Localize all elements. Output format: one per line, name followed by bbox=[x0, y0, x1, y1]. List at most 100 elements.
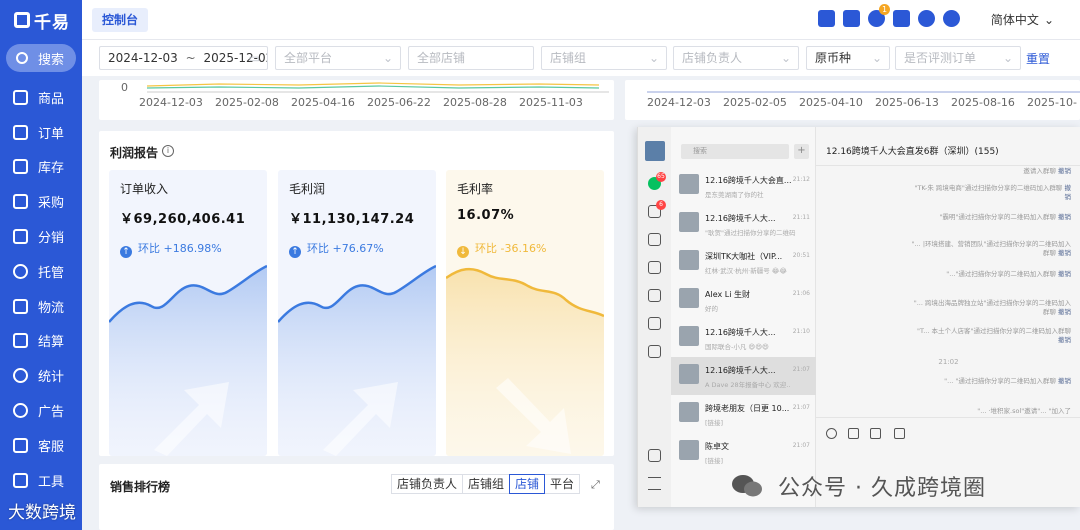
system-message: 邀请入群聊 撤销 bbox=[911, 167, 1071, 176]
ranking-tab-2[interactable]: 店铺 bbox=[509, 474, 546, 494]
info-icon[interactable]: i bbox=[162, 145, 174, 157]
sidebar-item-1[interactable]: 订单 bbox=[0, 115, 82, 150]
metric-name: 毛利率 bbox=[457, 182, 494, 196]
emoji-icon[interactable] bbox=[826, 428, 837, 439]
conversation-item[interactable]: 深圳TK大咖社（VIP... 20:51 红林·武汉·杭州·新疆号 😂😂 bbox=[671, 243, 816, 281]
sidebar-item-4[interactable]: 分销 bbox=[0, 219, 82, 254]
sidebar-item-9[interactable]: 广告 bbox=[0, 393, 82, 428]
wechat-logo-icon bbox=[732, 475, 762, 497]
arrow-up-icon: ↑ bbox=[289, 246, 301, 258]
system-message-text: "T... 本土个人店客"通过扫描你分享的二维码加入群聊 bbox=[917, 327, 1071, 335]
butterfly-icon[interactable] bbox=[648, 289, 661, 302]
warehouse-icon bbox=[13, 159, 28, 175]
top-icon-group: 1 bbox=[818, 4, 960, 27]
sidebar-search-button[interactable]: 搜索 bbox=[6, 44, 76, 72]
phone-icon[interactable] bbox=[648, 449, 661, 462]
conversation-time: 21:06 bbox=[792, 290, 810, 297]
clipboard-icon[interactable] bbox=[818, 10, 835, 27]
chat-window: 65 6 搜索 + 12.16跨境千人大会直... 21:12 是东莞湖南了你的社 1… bbox=[637, 127, 1080, 507]
language-selector[interactable]: 简体中文 bbox=[991, 11, 1054, 28]
sidebar-item-3[interactable]: 采购 bbox=[0, 184, 82, 219]
user-avatar[interactable] bbox=[645, 141, 665, 161]
sidebar-item-5[interactable]: 托管 bbox=[0, 254, 82, 289]
conversation-preview: [链接] bbox=[705, 419, 724, 427]
watermark-left: 大数跨境 bbox=[8, 503, 76, 523]
miniprogram-icon[interactable] bbox=[648, 345, 661, 358]
undo-link[interactable]: 撤销 bbox=[1058, 270, 1071, 278]
menu-icon[interactable] bbox=[648, 477, 661, 490]
conversation-item[interactable]: 12.16跨境千人大会直... 21:12 是东莞湖南了你的社 bbox=[671, 167, 816, 205]
conversation-item[interactable]: Alex Li 生财 21:06 好的 bbox=[671, 281, 816, 319]
box-icon[interactable] bbox=[648, 233, 661, 246]
date-range-picker[interactable]: 2024-12-03 ~ 2025-12-02 ▭ bbox=[99, 46, 268, 70]
add-chat-button[interactable]: + bbox=[794, 144, 809, 159]
system-message: "... 跨境出海品牌独立站"通过扫描你分享的二维码加入群聊 撤销 bbox=[911, 299, 1071, 317]
expand-icon[interactable]: ⤢ bbox=[591, 478, 600, 492]
customer-service-icon[interactable] bbox=[943, 10, 960, 27]
app-logo[interactable]: 千易 bbox=[0, 0, 82, 40]
store-select[interactable]: 全部店铺 bbox=[408, 46, 534, 70]
sidebar-item-2[interactable]: 库存 bbox=[0, 150, 82, 185]
undo-link[interactable]: 撤销 bbox=[1058, 167, 1071, 175]
sidebar-item-6[interactable]: 物流 bbox=[0, 289, 82, 324]
metric-compare: ↑ 环比 +76.67% bbox=[289, 240, 384, 258]
axis-tick-label: 2024-12-03 bbox=[647, 96, 711, 109]
reset-button[interactable]: 重置 bbox=[1026, 50, 1050, 67]
store-group-select[interactable]: 店铺组 ⌄ bbox=[541, 46, 667, 70]
sidebar-item-0[interactable]: 商品 bbox=[0, 80, 82, 115]
conversation-name: 12.16跨境千人大... bbox=[705, 328, 776, 337]
sidebar-item-label: 采购 bbox=[38, 196, 65, 212]
undo-link[interactable]: 撤销 bbox=[1058, 308, 1071, 316]
spark-icon[interactable] bbox=[648, 317, 661, 330]
undo-link[interactable]: 撤销 bbox=[1065, 184, 1072, 201]
folder-icon[interactable] bbox=[870, 428, 881, 439]
chat-search-input[interactable]: 搜索 bbox=[681, 144, 789, 159]
undo-link[interactable]: 撤销 bbox=[1058, 213, 1071, 221]
conversation-time: 21:07 bbox=[792, 366, 810, 373]
system-message-text: "... 跨境出海品牌独立站"通过扫描你分享的二维码加入群聊 bbox=[913, 299, 1071, 316]
conversation-list: 搜索 + 12.16跨境千人大会直... 21:12 是东莞湖南了你的社 12.16跨… bbox=[671, 127, 816, 507]
store-owner-select[interactable]: 店铺负责人 ⌄ bbox=[673, 46, 799, 70]
ranking-tab-3[interactable]: 平台 bbox=[544, 474, 581, 494]
system-message: "... "通过扫描你分享的二维码加入群聊 撤销 bbox=[911, 377, 1071, 386]
conversation-item[interactable]: 陈卓文 21:07 [链接] bbox=[671, 433, 816, 471]
sidebar-item-10[interactable]: 客服 bbox=[0, 428, 82, 463]
moments-icon[interactable] bbox=[648, 261, 661, 274]
undo-link[interactable]: 撤销 bbox=[1058, 377, 1071, 385]
sidebar-item-7[interactable]: 结算 bbox=[0, 324, 82, 359]
metric-card-0: 订单收入 ￥69,260,406.41 ↑ 环比 +186.98% bbox=[109, 170, 267, 456]
axis-tick-label: 2025-04-10 bbox=[799, 96, 863, 109]
scissors-icon[interactable] bbox=[894, 428, 905, 439]
conversation-time: 21:11 bbox=[792, 214, 810, 221]
conversation-item[interactable]: 12.16跨境千人大... 21:07 A Dave 28年报备中心 欢迎.. bbox=[671, 357, 816, 395]
conversation-avatar bbox=[679, 212, 699, 232]
help-icon[interactable] bbox=[918, 10, 935, 27]
sidebar-item-label: 托管 bbox=[38, 265, 65, 281]
fullscreen-icon[interactable] bbox=[893, 10, 910, 27]
conversation-avatar bbox=[679, 250, 699, 270]
conversation-time: 20:51 bbox=[792, 252, 810, 259]
conversation-item[interactable]: 跨境老朋友（日更 10... 21:07 [链接] bbox=[671, 395, 816, 433]
undo-link[interactable]: 撤销 bbox=[1058, 249, 1071, 257]
metric-value: 16.07% bbox=[457, 208, 515, 223]
currency-select[interactable]: 原币种 ⌄ bbox=[806, 46, 890, 70]
platform-select[interactable]: 全部平台 ⌄ bbox=[275, 46, 401, 70]
ranking-tab-1[interactable]: 店铺组 bbox=[462, 474, 511, 494]
metric-trend-chart bbox=[109, 264, 267, 456]
favorites-icon[interactable] bbox=[848, 428, 859, 439]
eval-order-select[interactable]: 是否评测订单 ⌄ bbox=[895, 46, 1021, 70]
download-icon[interactable] bbox=[843, 10, 860, 27]
undo-link[interactable]: 撤销 bbox=[1058, 336, 1071, 344]
chat-time-divider: 21:02 bbox=[938, 358, 959, 366]
sidebar-item-label: 物流 bbox=[38, 300, 65, 316]
chat-main: 12.16跨境千人大会直发6群（深圳）(155) 邀请入群聊 撤销 "TK-朱 跨… bbox=[816, 127, 1080, 507]
sidebar-item-11[interactable]: 工具 bbox=[0, 463, 82, 498]
sidebar-item-8[interactable]: 统计 bbox=[0, 358, 82, 393]
tab-dashboard[interactable]: 控制台 bbox=[92, 8, 149, 32]
conversation-item[interactable]: 12.16跨境千人大... 21:11 "耿贺"通过扫描你分享的二维码 bbox=[671, 205, 816, 243]
search-icon bbox=[16, 52, 28, 64]
conversation-item[interactable]: 12.16跨境千人大... 21:10 国际联合-小凡 😄😄😄 bbox=[671, 319, 816, 357]
tool-icon bbox=[13, 472, 28, 488]
ranking-tab-0[interactable]: 店铺负责人 bbox=[391, 474, 464, 494]
bell-icon[interactable]: 1 bbox=[868, 4, 890, 27]
